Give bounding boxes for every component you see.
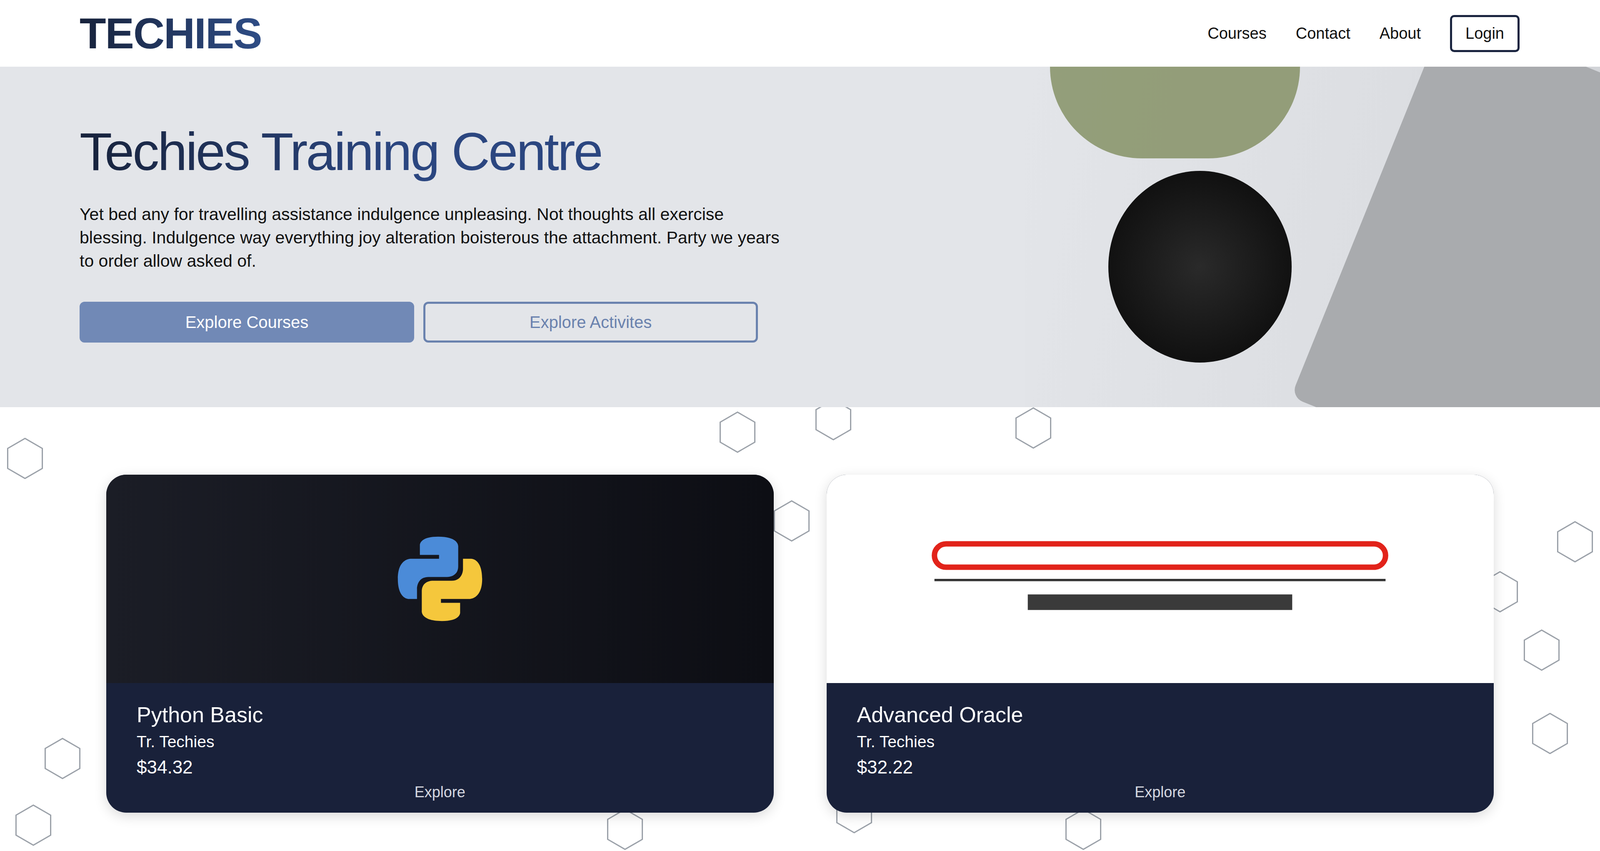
explore-link[interactable]: Explore bbox=[136, 783, 744, 801]
nav: Courses Contact About Login bbox=[1207, 15, 1520, 53]
explore-link[interactable]: Explore bbox=[857, 783, 1464, 801]
course-title: Advanced Oracle bbox=[857, 701, 1464, 729]
hero-text: Yet bed any for travelling assistance in… bbox=[79, 202, 788, 273]
hero-photo bbox=[1025, 66, 1600, 408]
hero-title: Techies Training Centre bbox=[79, 120, 602, 183]
course-image bbox=[106, 474, 774, 683]
course-image bbox=[826, 474, 1495, 683]
course-card[interactable]: Advanced Oracle Tr. Techies $32.22 Explo… bbox=[826, 474, 1495, 813]
course-trainer: Tr. Techies bbox=[857, 732, 1464, 751]
oracle-logo-icon bbox=[926, 532, 1394, 626]
nav-link[interactable]: About bbox=[1379, 24, 1421, 43]
header: TECHIES Courses Contact About Login bbox=[0, 0, 1600, 67]
hero: Techies Training Centre Yet bed any for … bbox=[0, 66, 1600, 408]
course-title: Python Basic bbox=[136, 701, 744, 729]
courses-section: Python Basic Tr. Techies $34.32 Explore … bbox=[0, 407, 1600, 851]
hero-button[interactable]: Explore Courses bbox=[79, 301, 415, 343]
hero-buttons: Explore CoursesExplore Activites bbox=[79, 301, 1025, 343]
nav-link[interactable]: Courses bbox=[1207, 24, 1267, 43]
nav-link[interactable]: Contact bbox=[1295, 24, 1351, 43]
course-price: $32.22 bbox=[857, 756, 1464, 778]
hero-button[interactable]: Explore Activites bbox=[423, 301, 758, 343]
course-info: Advanced Oracle Tr. Techies $32.22 Explo… bbox=[826, 682, 1495, 813]
course-trainer: Tr. Techies bbox=[136, 732, 744, 751]
python-logo-icon bbox=[392, 530, 488, 627]
login-button[interactable]: Login bbox=[1450, 15, 1520, 53]
mug-shape bbox=[1108, 170, 1292, 363]
logo[interactable]: TECHIES bbox=[79, 9, 262, 58]
course-card[interactable]: Python Basic Tr. Techies $34.32 Explore bbox=[106, 474, 774, 813]
course-grid: Python Basic Tr. Techies $34.32 Explore … bbox=[106, 474, 1494, 813]
course-price: $34.32 bbox=[136, 756, 744, 778]
hero-content: Techies Training Centre Yet bed any for … bbox=[0, 66, 1025, 408]
course-info: Python Basic Tr. Techies $34.32 Explore bbox=[106, 682, 774, 813]
laptop-shape bbox=[1290, 66, 1600, 408]
plant-shape bbox=[1050, 66, 1300, 159]
page: TECHIES Courses Contact About Login Techie… bbox=[0, 0, 1600, 851]
